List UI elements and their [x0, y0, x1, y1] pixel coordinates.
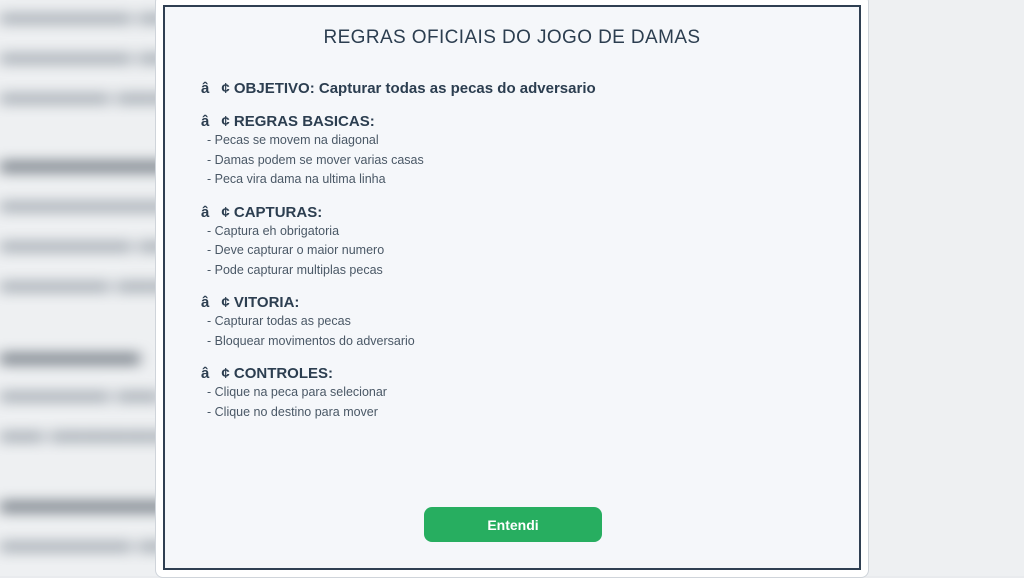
rule-item: - Peca vira dama na ultima linha	[207, 172, 386, 186]
objective-text: OBJETIVO: Capturar todas as pecas do adv…	[233, 80, 596, 97]
rule-item: - Bloquear movimentos do adversario	[207, 333, 415, 348]
bullet-glyph: â¢	[201, 113, 230, 130]
section-vitoria: â¢ VITORIA: - Capturar todas as pecas -…	[201, 293, 821, 351]
section-title: â¢ REGRAS BASICAS:	[201, 112, 821, 131]
section-title-label: CONTROLES:	[233, 365, 334, 382]
understood-button[interactable]: Entendi	[424, 507, 602, 542]
bullet-glyph: â¢	[201, 365, 230, 382]
rules-content: â¢ OBJETIVO: Capturar todas as pecas do…	[201, 79, 821, 422]
section-title: â¢ VITORIA:	[201, 293, 821, 312]
rule-item: - Pecas se movem na diagonal	[207, 133, 379, 147]
dialog-title: REGRAS OFICIAIS DO JOGO DE DAMAS	[323, 27, 701, 48]
section-title: â¢ CAPTURAS:	[201, 203, 821, 222]
rule-item: - Damas podem se mover varias casas	[207, 152, 424, 167]
section-title-label: REGRAS BASICAS:	[233, 113, 375, 130]
rule-item: - Captura eh obrigatoria	[207, 223, 340, 238]
section-regras-basicas: â¢ REGRAS BASICAS: - Pecas se movem na …	[201, 112, 821, 190]
bullet-glyph: â¢	[201, 80, 230, 97]
rules-dialog: REGRAS OFICIAIS DO JOGO DE DAMAS â¢ OBJ…	[163, 5, 861, 570]
section-capturas: â¢ CAPTURAS: - Captura eh obrigatoria -…	[201, 203, 821, 281]
section-title: â¢ CONTROLES:	[201, 364, 821, 383]
bullet-glyph: â¢	[201, 294, 230, 311]
rule-item: - Capturar todas as pecas	[207, 314, 351, 328]
section-controles: â¢ CONTROLES: - Clique na peca para sel…	[201, 364, 821, 422]
bullet-glyph: â¢	[201, 203, 230, 221]
section-title-label: CAPTURAS:	[233, 203, 323, 221]
rule-item: - Pode capturar multiplas pecas	[207, 262, 383, 277]
rule-item: - Clique no destino para mover	[207, 404, 378, 419]
section-title-label: VITORIA:	[233, 294, 300, 311]
rule-item: - Clique na peca para selecionar	[207, 385, 387, 399]
objective-line: â¢ OBJETIVO: Capturar todas as pecas do…	[201, 79, 821, 99]
rule-item: - Deve capturar o maior numero	[207, 243, 385, 257]
